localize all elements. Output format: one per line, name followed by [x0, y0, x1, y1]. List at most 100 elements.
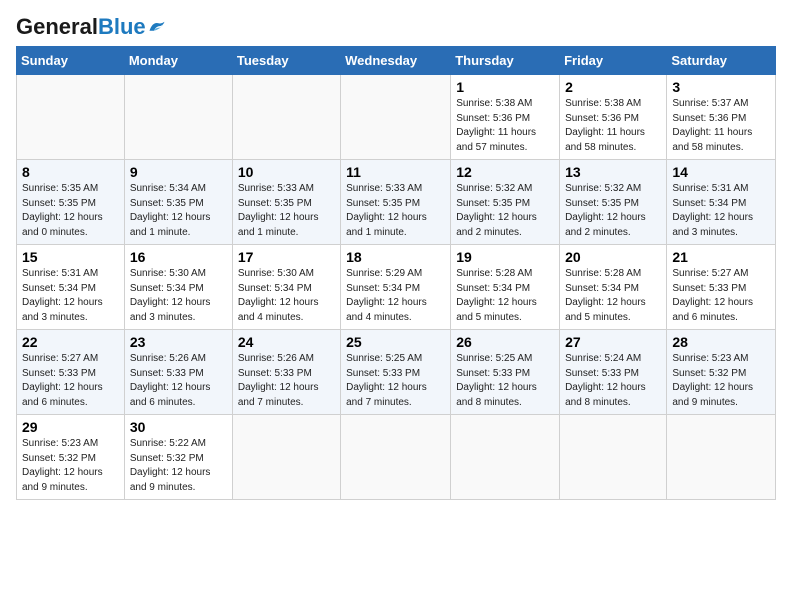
day-info: Sunrise: 5:24 AM Sunset: 5:33 PM Dayligh… — [565, 352, 661, 410]
calendar-cell — [124, 75, 232, 160]
calendar-cell: 27 Sunrise: 5:24 AM Sunset: 5:33 PM Dayli… — [560, 330, 667, 415]
day-info: Sunrise: 5:25 AM Sunset: 5:33 PM Dayligh… — [456, 352, 554, 410]
header-day-thursday: Thursday — [451, 47, 560, 75]
day-number: 21 — [672, 249, 770, 265]
calendar-cell — [341, 415, 451, 500]
day-number: 14 — [672, 164, 770, 180]
calendar-table: SundayMondayTuesdayWednesdayThursdayFrid… — [16, 46, 776, 500]
calendar-cell: 16 Sunrise: 5:30 AM Sunset: 5:34 PM Dayli… — [124, 245, 232, 330]
day-number: 25 — [346, 334, 445, 350]
day-info: Sunrise: 5:29 AM Sunset: 5:34 PM Dayligh… — [346, 267, 445, 325]
header-day-tuesday: Tuesday — [232, 47, 340, 75]
day-info: Sunrise: 5:31 AM Sunset: 5:34 PM Dayligh… — [22, 267, 119, 325]
day-info: Sunrise: 5:23 AM Sunset: 5:32 PM Dayligh… — [672, 352, 770, 410]
calendar-cell: 28 Sunrise: 5:23 AM Sunset: 5:32 PM Dayli… — [667, 330, 776, 415]
day-info: Sunrise: 5:37 AM Sunset: 5:36 PM Dayligh… — [672, 97, 770, 155]
calendar-cell: 25Sunrise: 5:25 AM Sunset: 5:33 PM Dayli… — [341, 330, 451, 415]
calendar-cell — [341, 75, 451, 160]
calendar-header-row: SundayMondayTuesdayWednesdayThursdayFrid… — [17, 47, 776, 75]
day-info: Sunrise: 5:31 AM Sunset: 5:34 PM Dayligh… — [672, 182, 770, 240]
calendar-cell: 8Sunrise: 5:35 AM Sunset: 5:35 PM Daylig… — [17, 160, 125, 245]
day-number: 27 — [565, 334, 661, 350]
calendar-cell: 22 Sunrise: 5:27 AM Sunset: 5:33 PM Dayli… — [17, 330, 125, 415]
day-info: Sunrise: 5:28 AM Sunset: 5:34 PM Dayligh… — [565, 267, 661, 325]
calendar-cell: 18 Sunrise: 5:29 AM Sunset: 5:34 PM Dayli… — [341, 245, 451, 330]
day-info: Sunrise: 5:30 AM Sunset: 5:34 PM Dayligh… — [130, 267, 227, 325]
day-number: 24 — [238, 334, 335, 350]
calendar-cell: 13 Sunrise: 5:32 AM Sunset: 5:35 PM Dayli… — [560, 160, 667, 245]
day-number: 18 — [346, 249, 445, 265]
calendar-cell — [17, 75, 125, 160]
day-number: 2 — [565, 79, 661, 95]
logo-text: GeneralBlue — [16, 16, 146, 38]
day-info: Sunrise: 5:27 AM Sunset: 5:33 PM Dayligh… — [22, 352, 119, 410]
day-info: Sunrise: 5:33 AM Sunset: 5:35 PM Dayligh… — [346, 182, 445, 240]
day-number: 16 — [130, 249, 227, 265]
logo-general: General — [16, 14, 98, 39]
calendar-cell: 14 Sunrise: 5:31 AM Sunset: 5:34 PM Dayli… — [667, 160, 776, 245]
calendar-cell: 24 Sunrise: 5:26 AM Sunset: 5:33 PM Dayli… — [232, 330, 340, 415]
calendar-cell: 12 Sunrise: 5:32 AM Sunset: 5:35 PM Dayli… — [451, 160, 560, 245]
calendar-cell: 1 Sunrise: 5:38 AM Sunset: 5:36 PM Daylig… — [451, 75, 560, 160]
header-day-wednesday: Wednesday — [341, 47, 451, 75]
calendar-week-4: 22 Sunrise: 5:27 AM Sunset: 5:33 PM Dayli… — [17, 330, 776, 415]
day-number: 13 — [565, 164, 661, 180]
day-number: 10 — [238, 164, 335, 180]
day-info: Sunrise: 5:28 AM Sunset: 5:34 PM Dayligh… — [456, 267, 554, 325]
calendar-cell: 3 Sunrise: 5:37 AM Sunset: 5:36 PM Daylig… — [667, 75, 776, 160]
calendar-cell: 11 Sunrise: 5:33 AM Sunset: 5:35 PM Dayli… — [341, 160, 451, 245]
calendar-cell — [667, 415, 776, 500]
calendar-cell: 23 Sunrise: 5:26 AM Sunset: 5:33 PM Dayli… — [124, 330, 232, 415]
calendar-cell — [232, 75, 340, 160]
day-info: Sunrise: 5:26 AM Sunset: 5:33 PM Dayligh… — [238, 352, 335, 410]
logo-blue: Blue — [98, 14, 146, 39]
day-number: 17 — [238, 249, 335, 265]
logo: GeneralBlue — [16, 16, 166, 38]
header-day-saturday: Saturday — [667, 47, 776, 75]
calendar-cell: 20 Sunrise: 5:28 AM Sunset: 5:34 PM Dayli… — [560, 245, 667, 330]
day-number: 26 — [456, 334, 554, 350]
day-number: 23 — [130, 334, 227, 350]
day-number: 19 — [456, 249, 554, 265]
calendar-week-1: 1 Sunrise: 5:38 AM Sunset: 5:36 PM Daylig… — [17, 75, 776, 160]
calendar-cell: 15Sunrise: 5:31 AM Sunset: 5:34 PM Dayli… — [17, 245, 125, 330]
day-info: Sunrise: 5:32 AM Sunset: 5:35 PM Dayligh… — [565, 182, 661, 240]
calendar-cell — [451, 415, 560, 500]
day-number: 22 — [22, 334, 119, 350]
day-info: Sunrise: 5:26 AM Sunset: 5:33 PM Dayligh… — [130, 352, 227, 410]
day-info: Sunrise: 5:32 AM Sunset: 5:35 PM Dayligh… — [456, 182, 554, 240]
day-info: Sunrise: 5:38 AM Sunset: 5:36 PM Dayligh… — [456, 97, 554, 155]
calendar-cell: 29 Sunrise: 5:23 AM Sunset: 5:32 PM Dayli… — [17, 415, 125, 500]
header-day-sunday: Sunday — [17, 47, 125, 75]
day-info: Sunrise: 5:34 AM Sunset: 5:35 PM Dayligh… — [130, 182, 227, 240]
day-number: 29 — [22, 419, 119, 435]
day-info: Sunrise: 5:22 AM Sunset: 5:32 PM Dayligh… — [130, 437, 227, 495]
day-info: Sunrise: 5:30 AM Sunset: 5:34 PM Dayligh… — [238, 267, 335, 325]
calendar-cell — [232, 415, 340, 500]
day-number: 9 — [130, 164, 227, 180]
calendar-week-5: 29 Sunrise: 5:23 AM Sunset: 5:32 PM Dayli… — [17, 415, 776, 500]
day-number: 20 — [565, 249, 661, 265]
day-info: Sunrise: 5:27 AM Sunset: 5:33 PM Dayligh… — [672, 267, 770, 325]
day-number: 12 — [456, 164, 554, 180]
day-number: 30 — [130, 419, 227, 435]
day-info: Sunrise: 5:33 AM Sunset: 5:35 PM Dayligh… — [238, 182, 335, 240]
calendar-cell: 2 Sunrise: 5:38 AM Sunset: 5:36 PM Daylig… — [560, 75, 667, 160]
day-info: Sunrise: 5:35 AM Sunset: 5:35 PM Dayligh… — [22, 182, 119, 240]
calendar-week-2: 8Sunrise: 5:35 AM Sunset: 5:35 PM Daylig… — [17, 160, 776, 245]
calendar-cell: 19 Sunrise: 5:28 AM Sunset: 5:34 PM Dayli… — [451, 245, 560, 330]
header-day-monday: Monday — [124, 47, 232, 75]
day-number: 11 — [346, 164, 445, 180]
day-number: 3 — [672, 79, 770, 95]
calendar-cell: 9 Sunrise: 5:34 AM Sunset: 5:35 PM Daylig… — [124, 160, 232, 245]
day-number: 1 — [456, 79, 554, 95]
day-number: 28 — [672, 334, 770, 350]
calendar-cell: 21 Sunrise: 5:27 AM Sunset: 5:33 PM Dayli… — [667, 245, 776, 330]
calendar-week-3: 15Sunrise: 5:31 AM Sunset: 5:34 PM Dayli… — [17, 245, 776, 330]
header-day-friday: Friday — [560, 47, 667, 75]
day-info: Sunrise: 5:23 AM Sunset: 5:32 PM Dayligh… — [22, 437, 119, 495]
calendar-cell — [560, 415, 667, 500]
day-info: Sunrise: 5:38 AM Sunset: 5:36 PM Dayligh… — [565, 97, 661, 155]
calendar-cell: 30 Sunrise: 5:22 AM Sunset: 5:32 PM Dayli… — [124, 415, 232, 500]
page-header: GeneralBlue — [16, 16, 776, 38]
